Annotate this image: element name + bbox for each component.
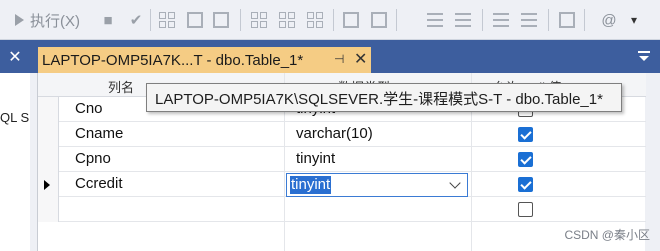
toolbar-separator bbox=[333, 9, 334, 31]
column-name-cell[interactable]: Cpno bbox=[75, 150, 111, 167]
chevron-down-icon[interactable] bbox=[449, 177, 461, 189]
execute-icon bbox=[15, 14, 24, 26]
execute-button[interactable]: 执行(X) bbox=[15, 8, 93, 32]
include-stats-icon[interactable] bbox=[340, 8, 362, 32]
comment-icon[interactable] bbox=[424, 8, 446, 32]
tab-title: LAPTOP-OMP5IA7K...T - dbo.Table_1* bbox=[42, 51, 304, 69]
toolbar-separator bbox=[240, 9, 241, 31]
column-name-cell[interactable]: Ccredit bbox=[75, 175, 123, 192]
watermark: CSDN @秦小区 bbox=[564, 228, 650, 242]
results-grid-icon[interactable] bbox=[156, 8, 178, 32]
object-explorer-panel: ✕ QL S bbox=[0, 40, 30, 251]
data-type-selected-text[interactable]: tinyint bbox=[290, 176, 332, 194]
panel-header: ✕ bbox=[0, 40, 30, 73]
table-row-current[interactable]: Ccredit tinyint bbox=[38, 172, 646, 197]
tab-tooltip: LAPTOP-OMP5IA7K\SQLSEVER.学生-课程模式S-T - db… bbox=[146, 83, 622, 112]
document-tab-strip: LAPTOP-OMP5IA7K...T - dbo.Table_1* ⊣ ✕ bbox=[30, 40, 660, 73]
allow-null-checkbox[interactable] bbox=[518, 177, 533, 192]
close-icon[interactable]: ✕ bbox=[354, 49, 367, 69]
toolbar-separator bbox=[548, 9, 549, 31]
specify-values-icon[interactable] bbox=[304, 8, 326, 32]
check-icon[interactable]: ✔ bbox=[126, 8, 146, 32]
client-stats-icon[interactable] bbox=[368, 8, 390, 32]
data-type-cell[interactable]: tinyint bbox=[296, 150, 335, 167]
allow-null-checkbox[interactable] bbox=[518, 152, 533, 167]
panel-partial-text: QL S bbox=[0, 110, 30, 125]
data-type-combobox[interactable]: tinyint bbox=[286, 173, 468, 197]
uncomment-icon[interactable] bbox=[452, 8, 474, 32]
allow-null-checkbox[interactable] bbox=[518, 202, 533, 217]
plan-icon[interactable] bbox=[184, 8, 206, 32]
row-selector[interactable] bbox=[38, 172, 59, 197]
table-row[interactable]: Cpno tinyint bbox=[38, 147, 646, 172]
results-file-icon[interactable] bbox=[276, 8, 298, 32]
close-icon[interactable]: ✕ bbox=[8, 47, 21, 67]
tab-table-designer[interactable]: LAPTOP-OMP5IA7K...T - dbo.Table_1* ⊣ ✕ bbox=[38, 47, 371, 73]
toolbar-separator bbox=[150, 9, 151, 31]
row-selector[interactable] bbox=[38, 147, 59, 172]
template-params-icon[interactable] bbox=[556, 8, 578, 32]
toolbar-separator bbox=[396, 9, 397, 31]
toolbar-separator bbox=[584, 9, 585, 31]
allow-null-checkbox[interactable] bbox=[518, 127, 533, 142]
pin-icon[interactable]: ⊣ bbox=[334, 52, 344, 66]
toolbar: 执行(X) ■ ✔ @ ▾ bbox=[0, 0, 660, 40]
column-name-cell[interactable]: Cno bbox=[75, 100, 103, 117]
tab-list-dropdown-icon[interactable] bbox=[638, 51, 652, 63]
toolbar-separator bbox=[482, 9, 483, 31]
current-row-arrow-icon bbox=[44, 180, 50, 190]
header-column-name[interactable]: 列名 bbox=[108, 77, 134, 96]
row-selector[interactable] bbox=[38, 197, 59, 222]
data-type-cell[interactable]: varchar(10) bbox=[296, 125, 373, 142]
stop-icon[interactable]: ■ bbox=[98, 8, 118, 32]
indent-icon[interactable] bbox=[490, 8, 512, 32]
query-options-icon[interactable] bbox=[210, 8, 232, 32]
more-icon[interactable]: ▾ bbox=[624, 8, 644, 32]
outdent-icon[interactable] bbox=[518, 8, 540, 32]
row-selector[interactable] bbox=[38, 97, 59, 122]
table-row[interactable]: Cname varchar(10) bbox=[38, 122, 646, 147]
table-row-new[interactable] bbox=[38, 197, 646, 222]
specify-values-icon-at[interactable]: @ bbox=[598, 8, 620, 32]
results-text-icon[interactable] bbox=[248, 8, 270, 32]
row-selector[interactable] bbox=[38, 122, 59, 147]
column-name-cell[interactable]: Cname bbox=[75, 125, 123, 142]
execute-label: 执行(X) bbox=[30, 12, 80, 30]
